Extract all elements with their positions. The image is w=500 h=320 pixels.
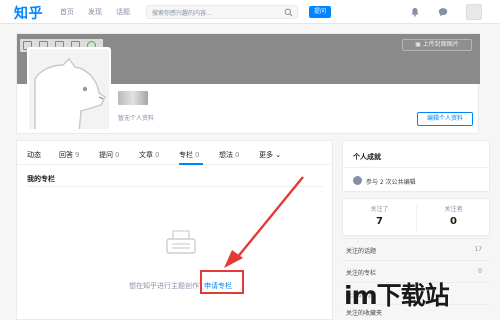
followers-label: 关注者 [444,206,463,213]
section-divider [27,186,323,187]
upload-cover-button[interactable]: ▣ 上传封面图片 [402,39,472,51]
following-stat[interactable]: 关注了 7 [343,204,416,227]
side-list-count: 0 [478,268,482,275]
ask-question-button[interactable]: 提问 [309,6,331,18]
no-profile-info: 暂无个人资料 [118,115,155,122]
achievements-card: 个人成就 参与 2 次公共编辑 [342,140,490,192]
tab-questions[interactable]: 提问 0 [99,150,119,160]
message-icon[interactable] [438,7,448,17]
following-count: 7 [376,216,383,227]
chevron-down-icon: ⌄ [273,151,282,159]
section-title: 我的专栏 [27,175,55,183]
tab-label: 专栏 [179,151,193,159]
nav-link-topics[interactable]: 话题 [116,7,130,17]
bell-icon[interactable] [410,7,420,17]
site-watermark: im下载站 [340,276,496,312]
tab-label: 提问 [99,151,113,159]
upload-cover-label: 上传封面图片 [422,41,459,48]
edit-icon [353,176,362,185]
followers-count: 0 [450,216,457,227]
tab-more[interactable]: 更多 ⌄ [259,150,281,160]
tab-count: 0 [235,151,240,159]
tab-count: 0 [195,151,200,159]
empty-state-text: 想在知乎进行主题创作？ [129,282,206,290]
tab-label: 想法 [219,151,233,159]
active-tab-indicator [179,163,203,165]
camera-icon: ▣ [415,41,423,48]
tab-label: 文章 [139,151,153,159]
tab-label: 动态 [27,151,41,159]
side-list-item-topics[interactable]: 关注的话题 17 [342,238,490,260]
profile-avatar[interactable] [27,47,111,131]
search-icon[interactable] [284,8,293,17]
edit-profile-button[interactable]: 编辑个人资料 [417,112,473,126]
top-navbar: 知乎 首页 发现 话题 搜索你感兴趣的内容... 提问 [0,0,500,24]
side-list-label: 关注的话题 [346,248,377,255]
tab-count: 0 [155,151,160,159]
tab-label: 回答 [59,151,73,159]
tab-answers[interactable]: 回答 9 [59,150,79,160]
tab-activity[interactable]: 动态 [27,150,41,160]
follow-stats-card: 关注了 7 关注者 0 [342,198,490,236]
tab-count: 9 [75,151,80,159]
zhihu-logo[interactable]: 知乎 [14,3,43,23]
profile-content-card: 动态 回答 9 提问 0 文章 0 专栏 0 想法 0 更多 ⌄ 我的专栏 想在知乎进行主… [16,140,333,320]
achievements-title: 个人成就 [353,153,381,161]
profile-tabs: 动态 回答 9 提问 0 文章 0 专栏 0 想法 0 更多 ⌄ [17,141,332,165]
tab-columns[interactable]: 专栏 0 [179,150,199,160]
search-placeholder: 搜索你感兴趣的内容... [152,10,212,17]
default-avatar-icon [29,49,109,129]
nav-link-home[interactable]: 首页 [60,7,74,17]
typewriter-icon [166,230,196,254]
annotation-highlight-box [200,270,244,294]
tab-count: 0 [115,151,120,159]
profile-header-card: ▣ 上传封面图片 暂无个人资料 编辑个人资料 [16,33,480,134]
followers-stat[interactable]: 关注者 0 [417,204,490,227]
search-input[interactable]: 搜索你感兴趣的内容... [146,5,298,19]
tab-thoughts[interactable]: 想法 0 [219,150,239,160]
achievement-text: 参与 2 次公共编辑 [366,179,416,186]
user-avatar[interactable] [466,4,482,20]
watermark-text: im下载站 [344,281,450,310]
following-label: 关注了 [370,206,389,213]
tab-label: 更多 [259,151,273,159]
side-divider [343,167,489,168]
side-list-count: 17 [474,246,482,253]
nav-link-discover[interactable]: 发现 [88,7,102,17]
profile-name-blurred [118,91,148,105]
tab-articles[interactable]: 文章 0 [139,150,159,160]
